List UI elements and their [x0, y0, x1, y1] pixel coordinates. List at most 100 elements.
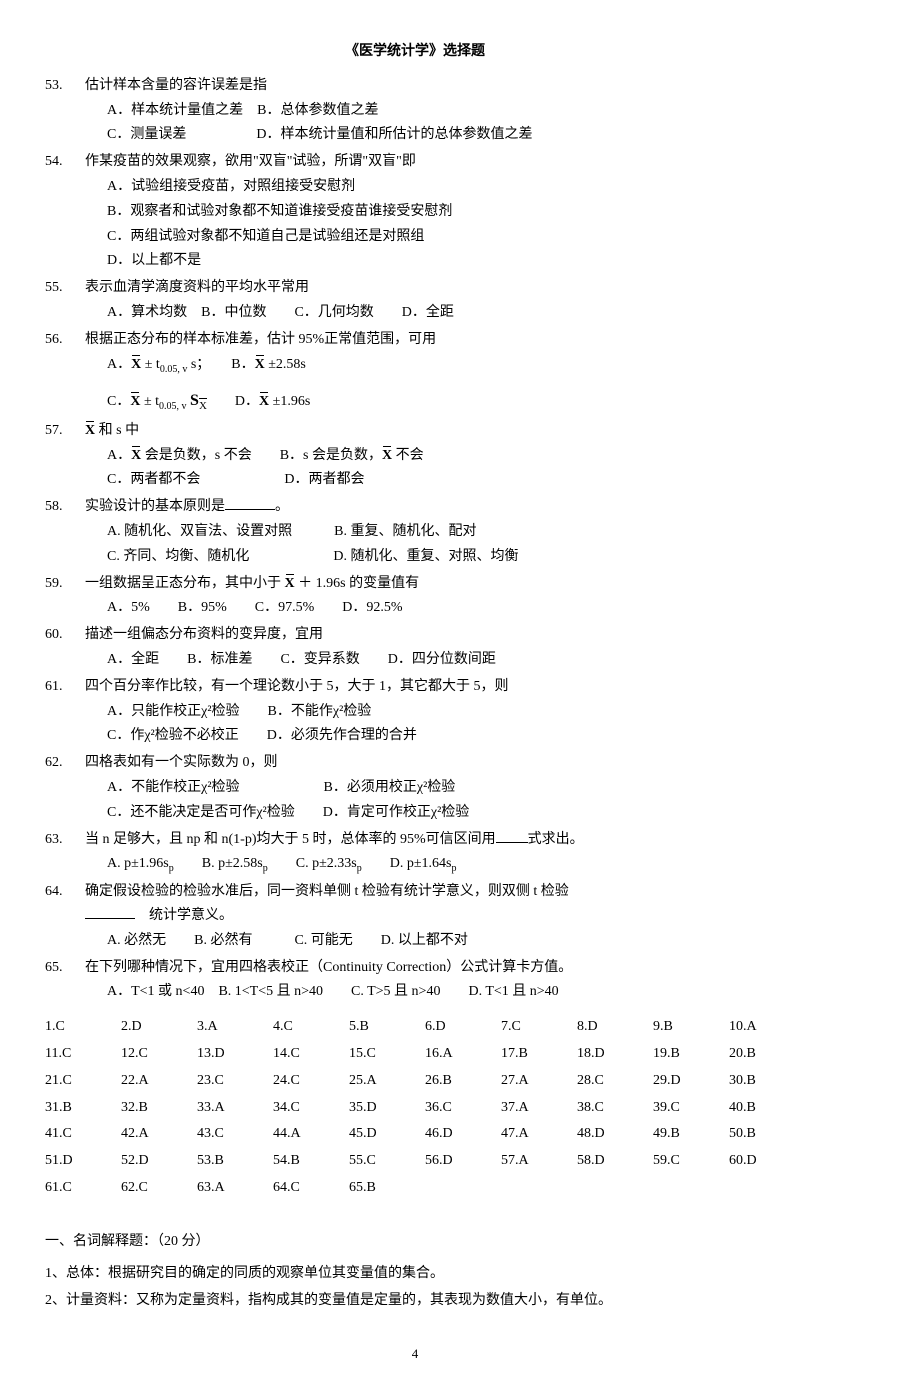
answer-cell: 58.D [577, 1149, 653, 1173]
answer-cell: 28.C [577, 1069, 653, 1093]
option: C. 齐同、均衡、随机化 D. 随机化、重复、对照、均衡 [107, 545, 785, 569]
question-text: 估计样本含量的容许误差是指 [85, 74, 785, 98]
answer-cell: 51.D [45, 1149, 121, 1173]
option: A．T<1 或 n<40 B. 1<T<5 且 n>40 C. T>5 且 n>… [107, 980, 785, 1004]
answer-cell: 54.B [273, 1149, 349, 1173]
option: A. 必然无 B. 必然有 C. 可能无 D. 以上都不对 [107, 929, 785, 953]
answer-cell: 43.C [197, 1122, 273, 1146]
question-number: 63. [45, 828, 85, 879]
answer-cell: 48.D [577, 1122, 653, 1146]
question: 55.表示血清学滴度资料的平均水平常用A．算术均数 B．中位数 C．几何均数 D… [45, 276, 785, 326]
answer-cell: 53.B [197, 1149, 273, 1173]
answer-row: 21.C22.A23.C24.C25.A26.B27.A28.C29.D30.B [45, 1069, 785, 1093]
question-text: 描述一组偏态分布资料的变异度，宜用 [85, 623, 785, 647]
answer-cell: 20.B [729, 1042, 805, 1066]
answer-cell: 29.D [653, 1069, 729, 1093]
page-title: 《医学统计学》选择题 [45, 40, 785, 64]
option: A．不能作校正χ²检验 B．必须用校正χ²检验 [107, 776, 785, 800]
answer-cell: 61.C [45, 1176, 121, 1200]
answer-cell: 37.A [501, 1096, 577, 1120]
answer-cell: 21.C [45, 1069, 121, 1093]
question-text: 一组数据呈正态分布，其中小于 X ＋ 1.96s 的变量值有 [85, 572, 785, 596]
answer-cell: 24.C [273, 1069, 349, 1093]
answer-cell: 12.C [121, 1042, 197, 1066]
question-text: X 和 s 中 [85, 419, 785, 443]
option: B．观察者和试验对象都不知道谁接受疫苗谁接受安慰剂 [107, 200, 785, 224]
option [107, 378, 785, 386]
question: 62.四格表如有一个实际数为 0，则A．不能作校正χ²检验 B．必须用校正χ²检… [45, 751, 785, 825]
option: A．X ± t0.05, v s； B．X ±2.58s [107, 353, 785, 378]
answer-cell: 25.A [349, 1069, 425, 1093]
answer-cell: 62.C [121, 1176, 197, 1200]
answer-cell: 3.A [197, 1015, 273, 1039]
question: 61.四个百分率作比较，有一个理论数小于 5，大于 1，其它都大于 5，则A．只… [45, 675, 785, 749]
answer-cell: 18.D [577, 1042, 653, 1066]
question-number: 59. [45, 572, 85, 622]
answer-cell: 65.B [349, 1176, 425, 1200]
page-number: 4 [45, 1343, 785, 1365]
question-text: 确定假设检验的检验水准后，同一资料单侧 t 检验有统计学意义，则双侧 t 检验 [85, 880, 785, 904]
answer-cell: 45.D [349, 1122, 425, 1146]
answer-cell: 30.B [729, 1069, 805, 1093]
question-number: 65. [45, 956, 85, 1006]
question: 54.作某疫苗的效果观察，欲用"双盲"试验，所谓"双盲"即A．试验组接受疫苗，对… [45, 150, 785, 274]
answer-cell: 59.C [653, 1149, 729, 1173]
answer-cell: 38.C [577, 1096, 653, 1120]
answer-row: 41.C42.A43.C44.A45.D46.D47.A48.D49.B50.B [45, 1122, 785, 1146]
question-number: 56. [45, 328, 85, 417]
option: D．以上都不是 [107, 249, 785, 273]
question-text: 表示血清学滴度资料的平均水平常用 [85, 276, 785, 300]
question-text: 在下列哪种情况下，宜用四格表校正（Continuity Correction）公… [85, 956, 785, 980]
answer-row: 1.C2.D3.A4.C5.B6.D7.C8.D9.B10.A [45, 1015, 785, 1039]
option: A. p±1.96sp B. p±2.58sp C. p±2.33sp D. p… [107, 852, 785, 877]
answer-cell: 35.D [349, 1096, 425, 1120]
answer-cell: 2.D [121, 1015, 197, 1039]
answer-cell: 36.C [425, 1096, 501, 1120]
answer-cell: 19.B [653, 1042, 729, 1066]
answer-cell: 64.C [273, 1176, 349, 1200]
answer-cell: 11.C [45, 1042, 121, 1066]
answer-cell: 15.C [349, 1042, 425, 1066]
answer-cell: 9.B [653, 1015, 729, 1039]
option: A．试验组接受疫苗，对照组接受安慰剂 [107, 175, 785, 199]
question: 64.确定假设检验的检验水准后，同一资料单侧 t 检验有统计学意义，则双侧 t … [45, 880, 785, 953]
answer-cell: 26.B [425, 1069, 501, 1093]
answer-cell: 34.C [273, 1096, 349, 1120]
question: 57.X 和 s 中A．X 会是负数，s 不会 B．s 会是负数，X 不会C．两… [45, 419, 785, 493]
option: A．算术均数 B．中位数 C．几何均数 D．全距 [107, 301, 785, 325]
answer-cell: 16.A [425, 1042, 501, 1066]
answer-row: 61.C62.C63.A64.C65.B [45, 1176, 785, 1200]
answer-cell: 57.A [501, 1149, 577, 1173]
answer-row: 11.C12.C13.D14.C15.C16.A17.B18.D19.B20.B [45, 1042, 785, 1066]
question-number: 55. [45, 276, 85, 326]
answer-cell: 47.A [501, 1122, 577, 1146]
answer-cell: 32.B [121, 1096, 197, 1120]
option: A．只能作校正χ²检验 B．不能作χ²检验 [107, 700, 785, 724]
answer-cell: 46.D [425, 1122, 501, 1146]
option: A．5% B．95% C．97.5% D．92.5% [107, 596, 785, 620]
question-text: 作某疫苗的效果观察，欲用"双盲"试验，所谓"双盲"即 [85, 150, 785, 174]
question-text: 实验设计的基本原则是。 [85, 495, 785, 519]
answer-cell: 63.A [197, 1176, 273, 1200]
answer-cell: 17.B [501, 1042, 577, 1066]
option: A．全距 B．标准差 C．变异系数 D．四分位数间距 [107, 648, 785, 672]
answer-cell: 4.C [273, 1015, 349, 1039]
option: C．作χ²检验不必校正 D．必须先作合理的合并 [107, 724, 785, 748]
answer-cell: 49.B [653, 1122, 729, 1146]
question-number: 58. [45, 495, 85, 569]
question: 56.根据正态分布的样本标准差，估计 95%正常值范围，可用A．X ± t0.0… [45, 328, 785, 417]
answer-cell: 56.D [425, 1149, 501, 1173]
question-text: 四格表如有一个实际数为 0，则 [85, 751, 785, 775]
answer-cell: 7.C [501, 1015, 577, 1039]
definition-item: 1、总体：根据研究目的确定的同质的观察单位其变量值的集合。 [45, 1262, 785, 1286]
definition-item: 2、计量资料：又称为定量资料，指构成其的变量值是定量的，其表现为数值大小，有单位… [45, 1289, 785, 1313]
question-number: 61. [45, 675, 85, 749]
question-text-line2: 统计学意义。 [85, 904, 785, 928]
answer-cell: 22.A [121, 1069, 197, 1093]
answer-cell: 50.B [729, 1122, 805, 1146]
question-text: 当 n 足够大，且 np 和 n(1-p)均大于 5 时，总体率的 95%可信区… [85, 828, 785, 852]
question: 63.当 n 足够大，且 np 和 n(1-p)均大于 5 时，总体率的 95%… [45, 828, 785, 879]
answer-cell: 13.D [197, 1042, 273, 1066]
option: C．X ± t0.05, v SX D．X ±1.96s [107, 387, 785, 415]
question: 59.一组数据呈正态分布，其中小于 X ＋ 1.96s 的变量值有A．5% B．… [45, 572, 785, 622]
